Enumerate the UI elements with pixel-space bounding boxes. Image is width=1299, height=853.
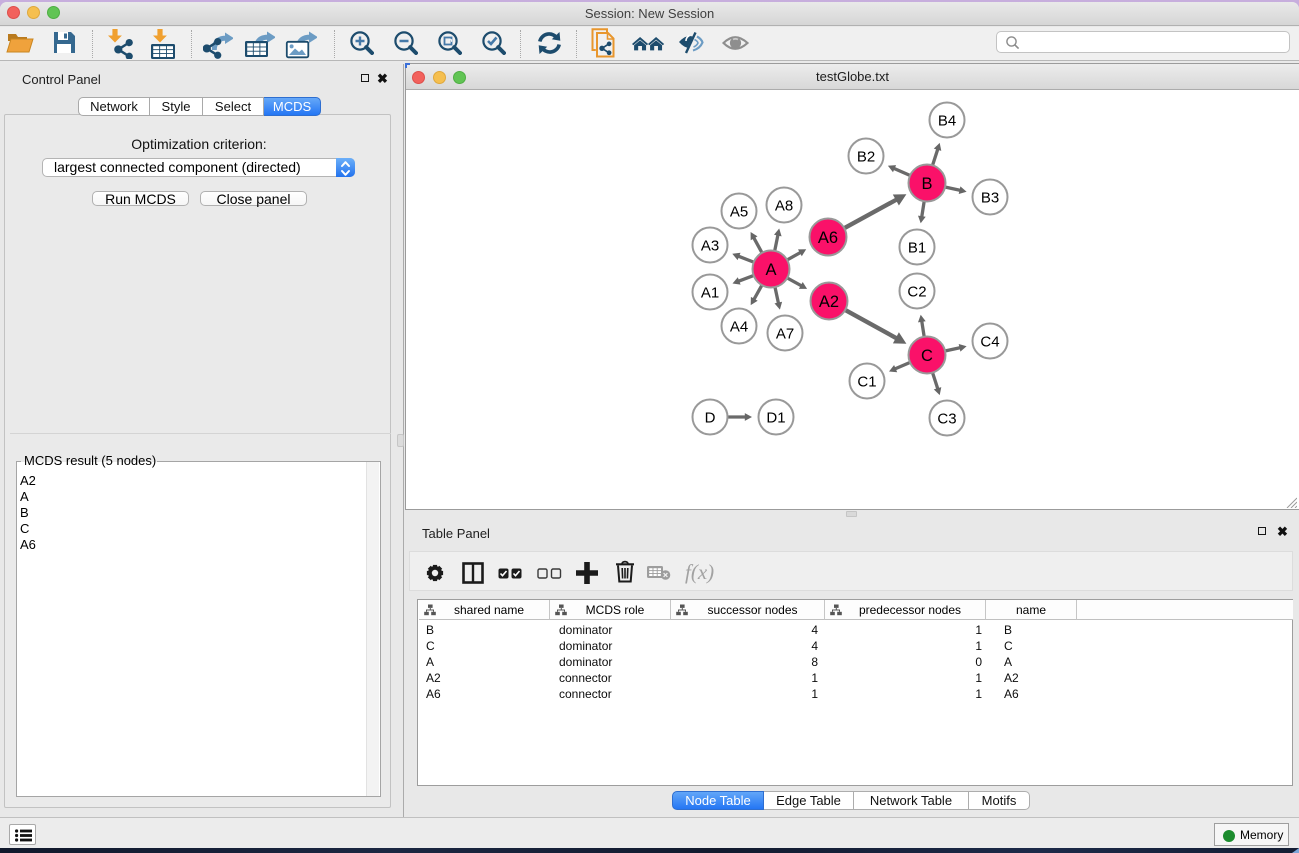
svg-text:A7: A7 <box>776 326 794 343</box>
svg-text:B1: B1 <box>908 240 926 257</box>
svg-text:A5: A5 <box>730 204 748 221</box>
svg-text:A6: A6 <box>818 229 838 247</box>
svg-text:D: D <box>705 410 716 427</box>
svg-text:C2: C2 <box>907 284 926 301</box>
svg-text:C3: C3 <box>937 411 956 428</box>
svg-text:C1: C1 <box>857 374 876 391</box>
svg-text:C4: C4 <box>980 334 999 351</box>
svg-text:A1: A1 <box>701 285 719 302</box>
svg-text:D1: D1 <box>766 410 785 427</box>
svg-text:B4: B4 <box>938 113 956 130</box>
svg-text:A4: A4 <box>730 319 748 336</box>
svg-text:C: C <box>921 347 933 365</box>
svg-text:B3: B3 <box>981 190 999 207</box>
svg-text:A3: A3 <box>701 238 719 255</box>
svg-text:B2: B2 <box>857 149 875 166</box>
svg-text:B: B <box>921 175 932 193</box>
svg-text:A: A <box>765 261 776 279</box>
svg-text:A2: A2 <box>819 293 839 311</box>
svg-text:A8: A8 <box>775 198 793 215</box>
